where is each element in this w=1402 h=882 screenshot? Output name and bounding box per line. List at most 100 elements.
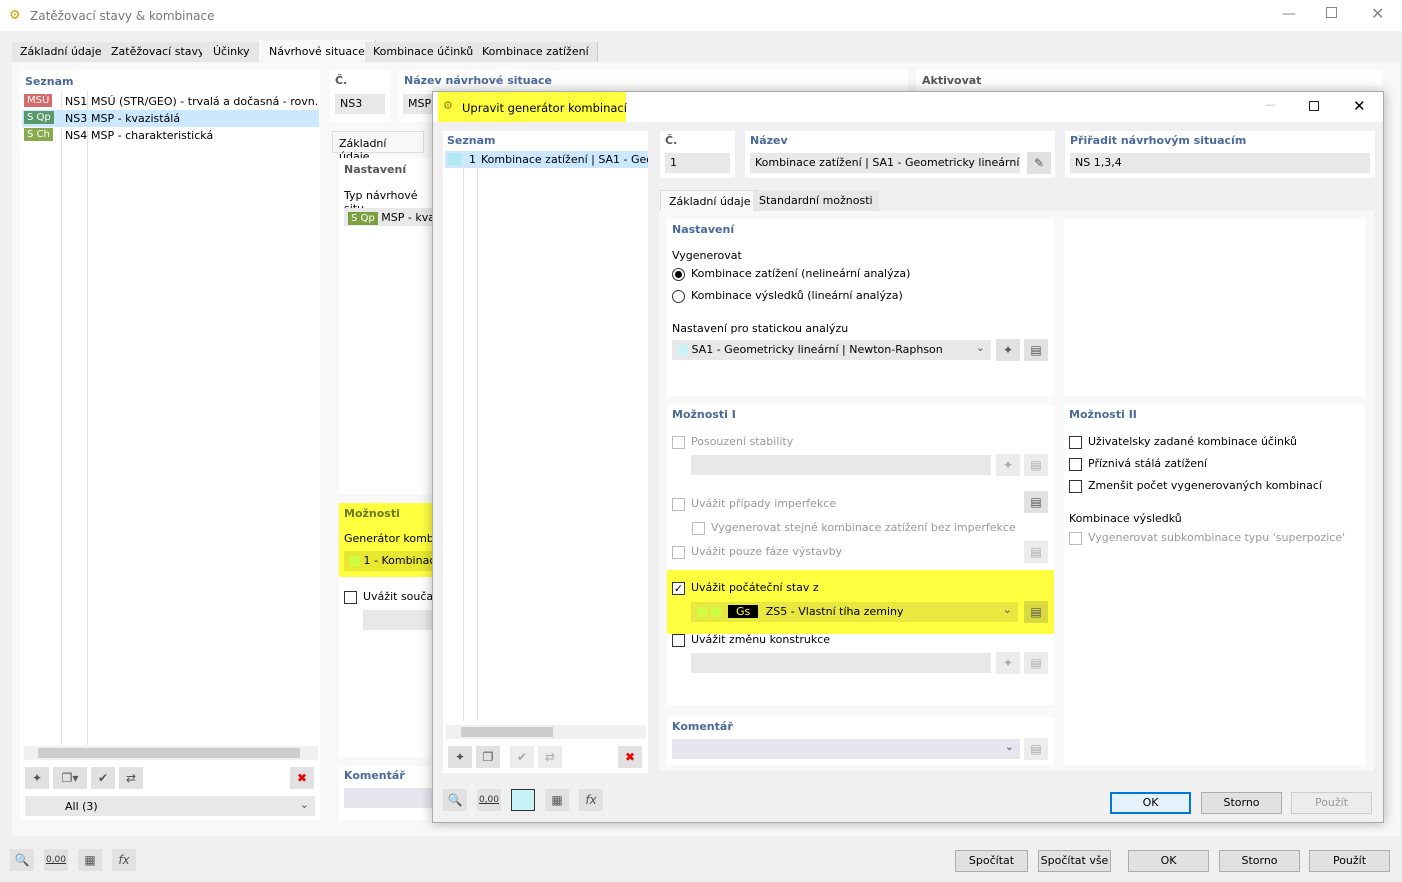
cancel-button[interactable]: Storno xyxy=(1219,850,1300,872)
number-field[interactable]: NS3 xyxy=(335,94,385,114)
list-item[interactable]: MSÚ NS1 MSÚ (STR/GEO) - trvalá a dočasná… xyxy=(22,93,319,110)
checkbox-label: Zmenšit počet vygenerovaných kombinací xyxy=(1088,479,1322,492)
subtab-basic[interactable]: Základní údaje xyxy=(332,131,424,163)
copy-icon[interactable]: ❐ xyxy=(476,746,500,768)
checkbox-label: Uvážit případy imperfekce xyxy=(691,497,837,510)
dialog-horizontal-scrollbar[interactable] xyxy=(446,725,646,739)
check-icon[interactable]: ✔ xyxy=(91,767,115,789)
stability-checkbox[interactable]: Posouzení stability xyxy=(672,435,793,449)
assign-field[interactable]: NS 1,3,4 xyxy=(1070,153,1370,173)
units-icon[interactable]: 0,00 xyxy=(477,789,501,811)
modification-select[interactable] xyxy=(691,653,991,673)
type-select[interactable]: S Qp MSP - kva xyxy=(344,208,439,226)
subcombos-checkbox[interactable]: Vygenerovat subkombinace typu 'superpozi… xyxy=(1069,531,1345,545)
edit-analysis-icon[interactable]: ▤ xyxy=(1024,339,1048,361)
imperfection-checkbox[interactable]: Uvážit případy imperfekce xyxy=(672,497,836,511)
stability-select[interactable] xyxy=(691,455,991,475)
checkbox-label: Vygenerovat subkombinace typu 'superpozi… xyxy=(1088,531,1346,544)
radio-result-combinations[interactable]: Kombinace výsledků (lineární analýza) xyxy=(672,289,903,303)
name-field[interactable]: Kombinace zatížení | SA1 - Geometricky l… xyxy=(750,153,1020,173)
color-icon[interactable] xyxy=(511,789,535,811)
favorable-checkbox[interactable]: Příznivá stálá zatížení xyxy=(1069,457,1207,471)
close-icon[interactable]: ✕ xyxy=(1371,4,1384,23)
tab-load-cases[interactable]: Zatěžovací stavy xyxy=(103,42,214,62)
comment-group: Komentář ⌄ ▤ xyxy=(667,717,1054,765)
delete-icon[interactable]: ✖ xyxy=(290,767,314,789)
filter-select[interactable]: All (3) ⌄ xyxy=(25,796,315,816)
minimize-icon[interactable]: — xyxy=(1265,98,1276,111)
comment-field[interactable]: ⌄ xyxy=(672,739,1020,759)
initial-state-checkbox[interactable]: ✓ Uvážit počáteční stav z xyxy=(672,581,819,595)
checkbox-label: Uvážit změnu konstrukce xyxy=(691,633,831,646)
comment-field[interactable] xyxy=(344,788,439,808)
help-icon[interactable]: 🔍 xyxy=(443,789,467,811)
new-analysis-icon[interactable]: ✦ xyxy=(996,339,1020,361)
horizontal-scrollbar[interactable] xyxy=(24,746,318,760)
display-icon[interactable]: ▦ xyxy=(545,789,569,811)
generator-select[interactable]: 1 - Kombinac xyxy=(344,551,439,571)
apply-button[interactable]: Použít xyxy=(1309,850,1390,872)
display-icon[interactable]: ▦ xyxy=(78,849,102,871)
edit-icon[interactable]: ▤ xyxy=(1024,454,1048,476)
list-panel: Seznam MSÚ NS1 MSÚ (STR/GEO) - trvalá a … xyxy=(20,70,320,820)
reduce-checkbox[interactable]: Zmenšit počet vygenerovaných kombinací xyxy=(1069,479,1322,493)
edit-icon[interactable]: ▤ xyxy=(1024,652,1048,674)
options-1-group: Možnosti I Posouzení stability ✦ ▤ Uváži… xyxy=(667,405,1054,705)
maximize-icon[interactable] xyxy=(1309,101,1319,111)
tab-load-combinations[interactable]: Kombinace zatížení xyxy=(474,42,598,62)
generator-label: Generátor kombi xyxy=(344,532,437,545)
new-icon[interactable]: ✦ xyxy=(996,454,1020,476)
same-combos-checkbox[interactable]: Vygenerovat stejné kombinace zatížení be… xyxy=(692,521,1016,535)
calculate-button[interactable]: Spočítat xyxy=(955,850,1028,872)
dialog-cancel-button[interactable]: Storno xyxy=(1201,792,1282,814)
formula-icon[interactable]: fx xyxy=(112,849,136,871)
delete-icon[interactable]: ✖ xyxy=(618,746,642,768)
user-combos-checkbox[interactable]: Uživatelsky zadané kombinace účinků xyxy=(1069,435,1297,449)
copy-icon[interactable]: ❐▾ xyxy=(53,767,87,789)
generator-value: 1 - Kombinac xyxy=(363,554,436,567)
minimize-icon[interactable]: — xyxy=(1282,6,1296,22)
dialog-apply-button[interactable]: Použít xyxy=(1291,792,1372,814)
tab-design-situations[interactable]: Návrhové situace xyxy=(259,40,376,62)
list-item-selected[interactable]: S Qp NS3 MSP - kvazistálá xyxy=(22,110,319,127)
edit-initial-state-icon[interactable]: ▤ xyxy=(1024,601,1048,623)
subtab-standard-options[interactable]: Standardní možnosti xyxy=(753,191,879,211)
new-icon[interactable]: ✦ xyxy=(996,652,1020,674)
phases-checkbox[interactable]: Uvážit pouze fáze výstavby xyxy=(672,545,842,559)
static-analysis-value: SA1 - Geometricky lineární | Newton-Raph… xyxy=(691,343,943,356)
tab-basic[interactable]: Základní údaje xyxy=(12,42,111,62)
comment-library-icon[interactable]: ▤ xyxy=(1024,738,1048,760)
static-analysis-select[interactable]: SA1 - Geometricky lineární | Newton-Raph… xyxy=(672,340,991,360)
renumber-icon[interactable]: ⇄ xyxy=(538,746,562,768)
help-icon[interactable]: 🔍 xyxy=(10,849,34,871)
settings-header: Nastavení xyxy=(344,163,407,176)
tab-action-combinations[interactable]: Kombinace účinků xyxy=(365,42,483,62)
imperfection-icon[interactable]: ▤ xyxy=(1024,491,1048,513)
list-header: Seznam xyxy=(25,75,74,88)
new-icon[interactable]: ✦ xyxy=(25,767,49,789)
item-id: NS4 xyxy=(65,129,88,142)
radio-load-combinations[interactable]: Kombinace zatížení (nelineární analýza) xyxy=(672,267,910,281)
check-icon[interactable]: ✔ xyxy=(510,746,534,768)
modification-checkbox[interactable]: Uvážit změnu konstrukce xyxy=(672,633,830,647)
dialog-ok-button[interactable]: OK xyxy=(1110,792,1191,814)
simultaneous-checkbox[interactable]: Uvážit současn xyxy=(344,590,446,604)
maximize-icon[interactable] xyxy=(1326,7,1337,18)
phases-icon[interactable]: ▤ xyxy=(1024,541,1048,563)
settings-group: Nastavení Vygenerovat Kombinace zatížení… xyxy=(667,219,1054,396)
tab-actions[interactable]: Účinky xyxy=(202,42,262,62)
formula-icon[interactable]: fx xyxy=(579,789,603,811)
subtab-basic[interactable]: Základní údaje xyxy=(660,190,760,211)
initial-state-value: ZS5 - Vlastní tíha zeminy xyxy=(765,605,904,618)
calculate-all-button[interactable]: Spočítat vše xyxy=(1038,850,1111,872)
new-icon[interactable]: ✦ xyxy=(448,746,472,768)
ok-button[interactable]: OK xyxy=(1128,850,1209,872)
initial-state-select[interactable]: Gs ZS5 - Vlastní tíha zeminy ⌄ xyxy=(691,602,1018,622)
dialog-list-item[interactable]: 1 Kombinace zatížení | SA1 - Geometricky… xyxy=(445,151,648,168)
close-icon[interactable]: ✕ xyxy=(1353,97,1366,115)
renumber-icon[interactable]: ⇄ xyxy=(119,767,143,789)
units-icon[interactable]: 0,00 xyxy=(44,849,68,871)
list-item[interactable]: S Ch NS4 MSP - charakteristická xyxy=(22,127,319,144)
edit-name-icon[interactable]: ✎ xyxy=(1027,152,1051,174)
number-field[interactable]: 1 xyxy=(665,153,730,173)
